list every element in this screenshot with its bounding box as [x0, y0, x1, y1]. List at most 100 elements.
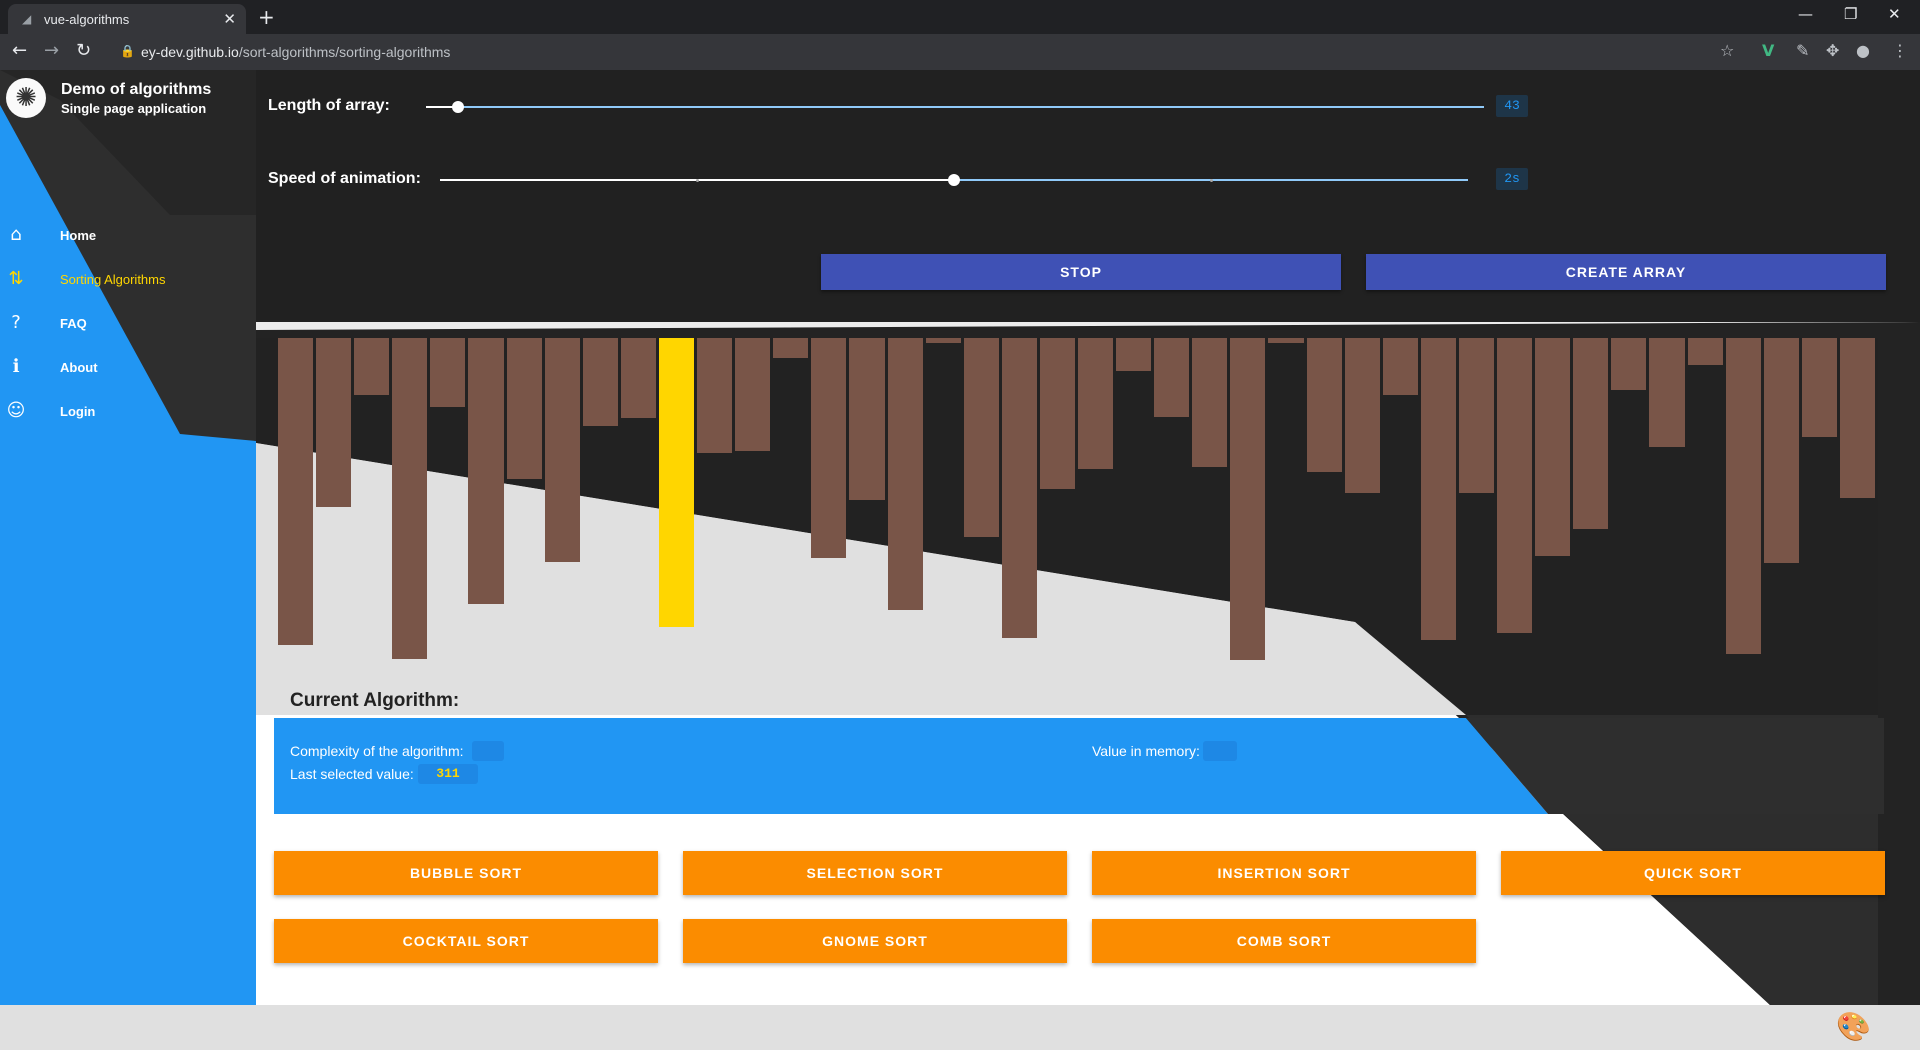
array-bar [1268, 338, 1304, 343]
vue-devtools-icon[interactable]: V [1762, 41, 1774, 60]
back-arrow-icon[interactable]: ← [12, 40, 27, 61]
info-icon: ℹ [12, 356, 20, 377]
array-bar [430, 338, 466, 407]
extensions-puzzle-icon[interactable]: ✥ [1826, 41, 1839, 60]
bubble-sort-button[interactable]: BUBBLE SORT [274, 851, 658, 895]
sidebar-item-home[interactable]: ⌂ Home [0, 219, 256, 253]
array-bar [544, 338, 580, 563]
sidebar-header: ✺ Demo of algorithms Single page applica… [0, 70, 256, 215]
array-bar [1763, 338, 1799, 564]
complexity-value [472, 741, 504, 761]
home-icon: ⌂ [10, 224, 22, 245]
sidebar-item-label: About [60, 360, 98, 375]
sidebar-item-label: Login [60, 404, 96, 419]
browser-menu-icon[interactable]: ⋮ [1892, 41, 1908, 60]
array-bar [620, 338, 656, 418]
sidebar-item-label: Sorting Algorithms [60, 272, 166, 287]
tab-close-icon[interactable]: ✕ [223, 10, 236, 28]
array-bar [506, 338, 542, 480]
array-bar [1839, 338, 1875, 498]
lock-icon: 🔒 [120, 44, 135, 58]
array-bar [1154, 338, 1190, 418]
array-bar [1458, 338, 1495, 494]
array-bar [1725, 338, 1761, 655]
array-bar-chart [278, 338, 1878, 758]
new-tab-button[interactable]: + [258, 5, 275, 29]
bookmark-star-icon[interactable]: ☆ [1720, 41, 1734, 60]
array-bar [392, 338, 428, 659]
array-bar [1039, 338, 1075, 489]
selection-sort-button[interactable]: SELECTION SORT [683, 851, 1067, 895]
array-bar [887, 338, 923, 611]
reload-icon[interactable]: ↻ [76, 40, 91, 61]
array-bar [1344, 338, 1380, 494]
length-slider-track[interactable] [426, 106, 1484, 108]
sort-icon: ⇅ [8, 268, 24, 289]
length-label: Length of array: [268, 97, 390, 114]
array-bar [354, 338, 390, 395]
array-bar [1649, 338, 1685, 447]
brain-logo-icon: ✺ [6, 78, 46, 118]
current-algorithm-heading: Current Algorithm: [290, 690, 460, 711]
array-bar [278, 338, 314, 645]
array-bar [963, 338, 999, 538]
sidebar: ✺ Demo of algorithms Single page applica… [0, 70, 256, 1005]
array-bar [1535, 338, 1571, 556]
array-bar [1382, 338, 1418, 395]
minimize-button[interactable]: — [1798, 5, 1813, 23]
restore-button[interactable]: ❐ [1844, 5, 1857, 23]
sidebar-item-about[interactable]: ℹ About [0, 351, 256, 385]
forward-arrow-icon[interactable]: → [44, 40, 59, 61]
insertion-sort-button[interactable]: INSERTION SORT [1092, 851, 1476, 895]
help-icon: ? [11, 312, 21, 333]
array-bar [697, 338, 733, 454]
array-bar [1078, 338, 1114, 470]
palette-icon[interactable]: 🎨 [1836, 1010, 1871, 1043]
array-bar [1573, 338, 1609, 529]
array-bar [849, 338, 885, 500]
array-bar [1230, 338, 1266, 660]
array-bar [1611, 338, 1647, 391]
profile-avatar-icon[interactable]: ● [1856, 41, 1870, 60]
length-value: 43 [1496, 95, 1528, 117]
array-bar [1192, 338, 1228, 468]
info-panel-background [274, 718, 1884, 814]
speed-value: 2s [1496, 168, 1528, 190]
sidebar-item-sorting-algorithms[interactable]: ⇅ Sorting Algorithms [0, 263, 256, 297]
url-path: /sort-algorithms/sorting-algorithms [238, 44, 451, 60]
speed-slider-tick [1210, 179, 1213, 182]
gnome-sort-button[interactable]: GNOME SORT [683, 919, 1067, 963]
browser-toolbar: ← → ↻ 🔒 ey-dev.github.io/sort-algorithms… [0, 34, 1920, 70]
memory-label: Value in memory: [1092, 743, 1200, 759]
sidebar-item-label: Home [60, 228, 97, 243]
url-host: ey-dev.github.io [141, 44, 239, 60]
close-window-button[interactable]: ✕ [1888, 5, 1901, 23]
array-bar-selected [658, 338, 695, 628]
speed-slider-thumb[interactable] [948, 174, 960, 186]
browser-tab-bar: ◢ vue-algorithms ✕ + — ❐ ✕ [0, 0, 1920, 34]
array-bar [1687, 338, 1723, 365]
array-bar [316, 338, 352, 508]
array-bar [1497, 338, 1533, 633]
extension-pen-icon[interactable]: ✎ [1796, 41, 1809, 60]
address-bar[interactable]: ey-dev.github.io/sort-algorithms/sorting… [141, 44, 450, 60]
sidebar-item-label: FAQ [60, 316, 87, 331]
sidebar-item-login[interactable]: ☺ Login [0, 395, 256, 429]
array-bar [811, 338, 847, 559]
stop-button[interactable]: STOP [821, 254, 1341, 290]
login-face-icon: ☺ [6, 400, 26, 421]
app-root: ✺ Demo of algorithms Single page applica… [0, 70, 1920, 1050]
complexity-label: Complexity of the algorithm: [290, 743, 464, 759]
array-bar [1306, 338, 1342, 472]
comb-sort-button[interactable]: COMB SORT [1092, 919, 1476, 963]
quick-sort-button[interactable]: QUICK SORT [1501, 851, 1885, 895]
tab-favicon-icon: ◢ [22, 12, 32, 26]
browser-tab[interactable]: ◢ vue-algorithms ✕ [8, 4, 246, 34]
length-slider-thumb[interactable] [451, 101, 464, 113]
cocktail-sort-button[interactable]: COCKTAIL SORT [274, 919, 658, 963]
speed-slider-tick [696, 179, 699, 182]
create-array-button[interactable]: CREATE ARRAY [1366, 254, 1886, 290]
array-bar [735, 338, 771, 451]
array-bar [1801, 338, 1837, 437]
sidebar-item-faq[interactable]: ? FAQ [0, 307, 256, 341]
